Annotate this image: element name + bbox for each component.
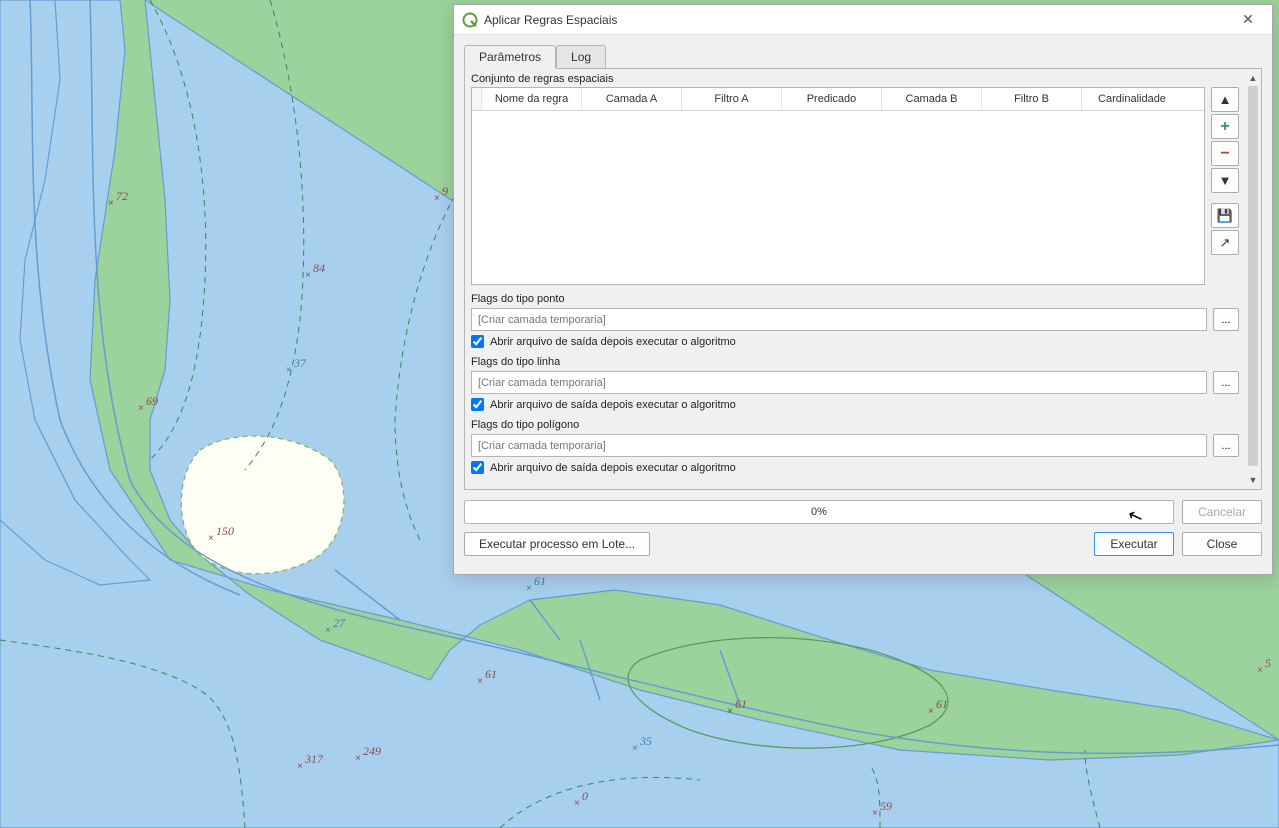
scroll-up-icon[interactable]: ▲ — [1246, 70, 1260, 86]
cancel-button: Cancelar — [1182, 500, 1262, 524]
svg-text:×: × — [297, 761, 303, 772]
elevation-label: 61 — [936, 697, 948, 711]
run-button[interactable]: Executar — [1094, 532, 1174, 556]
svg-text:×: × — [108, 198, 114, 209]
move-down-button[interactable]: ▼ — [1211, 168, 1239, 193]
elevation-label: 317 — [304, 752, 324, 766]
tabs: Parâmetros Log — [454, 35, 1272, 68]
open-line-check-row[interactable]: Abrir arquivo de saída depois executar o… — [471, 398, 1239, 411]
depth-label: 35 — [639, 734, 652, 748]
depth-label: 37 — [293, 356, 307, 370]
elevation-label: 5 — [1265, 656, 1271, 670]
output-polygon-browse[interactable]: ... — [1213, 434, 1239, 457]
elevation-label: 61 — [735, 697, 747, 711]
tab-parametros[interactable]: Parâmetros — [464, 45, 556, 69]
tab-log[interactable]: Log — [556, 45, 606, 69]
scroll-down-icon[interactable]: ▼ — [1246, 472, 1260, 488]
batch-button[interactable]: Executar processo em Lote... — [464, 532, 650, 556]
rules-table[interactable]: Nome da regra Camada A Filtro A Predicad… — [471, 87, 1205, 285]
th-cardinalidade[interactable]: Cardinalidade — [1082, 88, 1182, 110]
qgis-icon — [462, 12, 478, 28]
elevation-label: 249 — [363, 744, 381, 758]
svg-text:×: × — [355, 753, 361, 764]
output-line-browse[interactable]: ... — [1213, 371, 1239, 394]
elevation-label: 69 — [146, 394, 158, 408]
open-polygon-check-row[interactable]: Abrir arquivo de saída depois executar o… — [471, 461, 1239, 474]
output-point-browse[interactable]: ... — [1213, 308, 1239, 331]
close-icon[interactable]: ✕ — [1228, 5, 1268, 34]
dialog-title: Aplicar Regras Espaciais — [484, 13, 1228, 27]
tab-page-parametros: Conjunto de regras espaciais Nome da reg… — [464, 68, 1262, 490]
elevation-label: 9 — [442, 184, 448, 198]
elevation-label: 0 — [582, 789, 588, 803]
sand-area — [181, 436, 344, 574]
svg-text:×: × — [1257, 665, 1263, 676]
import-rules-button[interactable]: ↗ — [1211, 230, 1239, 255]
move-up-button[interactable]: ▲ — [1211, 87, 1239, 112]
svg-text:×: × — [526, 583, 532, 594]
svg-text:×: × — [286, 365, 292, 376]
th-camada-a[interactable]: Camada A — [582, 88, 682, 110]
open-line-label: Abrir arquivo de saída depois executar o… — [490, 399, 736, 411]
svg-text:×: × — [872, 808, 878, 819]
label-flags-polygon: Flags do tipo polígono — [471, 419, 1239, 431]
rules-side-buttons: ▲ + − ▼ 💾 ↗ — [1211, 87, 1239, 285]
output-point-input[interactable] — [471, 308, 1207, 331]
depth-label: 61 — [534, 574, 546, 588]
svg-text:×: × — [928, 706, 934, 717]
elevation-label: 59 — [880, 799, 892, 813]
svg-text:×: × — [138, 403, 144, 414]
open-polygon-checkbox[interactable] — [471, 461, 484, 474]
svg-text:×: × — [434, 193, 440, 204]
open-polygon-label: Abrir arquivo de saída depois executar o… — [490, 462, 736, 474]
import-icon: ↗ — [1220, 235, 1231, 251]
output-line-input[interactable] — [471, 371, 1207, 394]
elevation-label: 84 — [313, 261, 325, 275]
label-flags-line: Flags do tipo linha — [471, 356, 1239, 368]
th-nome[interactable]: Nome da regra — [482, 88, 582, 110]
titlebar[interactable]: Aplicar Regras Espaciais ✕ — [454, 5, 1272, 35]
params-scrollbar[interactable]: ▲ ▼ — [1246, 70, 1260, 488]
progress-bar: 0% — [464, 500, 1174, 524]
label-rules-set: Conjunto de regras espaciais — [471, 73, 1239, 85]
th-filtro-a[interactable]: Filtro A — [682, 88, 782, 110]
scroll-thumb[interactable] — [1248, 86, 1258, 466]
remove-rule-button[interactable]: − — [1211, 141, 1239, 166]
label-flags-point: Flags do tipo ponto — [471, 293, 1239, 305]
svg-text:×: × — [208, 533, 214, 544]
open-line-checkbox[interactable] — [471, 398, 484, 411]
th-predicado[interactable]: Predicado — [782, 88, 882, 110]
dialog-spatial-rules: Aplicar Regras Espaciais ✕ Parâmetros Lo… — [453, 4, 1273, 575]
svg-text:×: × — [727, 706, 733, 717]
elevation-label: 61 — [485, 667, 497, 681]
add-rule-button[interactable]: + — [1211, 114, 1239, 139]
output-polygon-input[interactable] — [471, 434, 1207, 457]
svg-text:×: × — [325, 625, 331, 636]
th-filtro-b[interactable]: Filtro B — [982, 88, 1082, 110]
svg-text:×: × — [305, 270, 311, 281]
depth-label: 27 — [333, 616, 346, 630]
elevation-label: 150 — [216, 524, 234, 538]
th-camada-b[interactable]: Camada B — [882, 88, 982, 110]
svg-text:×: × — [574, 798, 580, 809]
open-point-check-row[interactable]: Abrir arquivo de saída depois executar o… — [471, 335, 1239, 348]
svg-text:×: × — [477, 676, 483, 687]
save-rules-button[interactable]: 💾 — [1211, 203, 1239, 228]
close-button[interactable]: Close — [1182, 532, 1262, 556]
save-icon: 💾 — [1217, 208, 1233, 224]
open-point-checkbox[interactable] — [471, 335, 484, 348]
open-point-label: Abrir arquivo de saída depois executar o… — [490, 336, 736, 348]
svg-text:×: × — [632, 743, 638, 754]
elevation-label: 72 — [116, 189, 128, 203]
